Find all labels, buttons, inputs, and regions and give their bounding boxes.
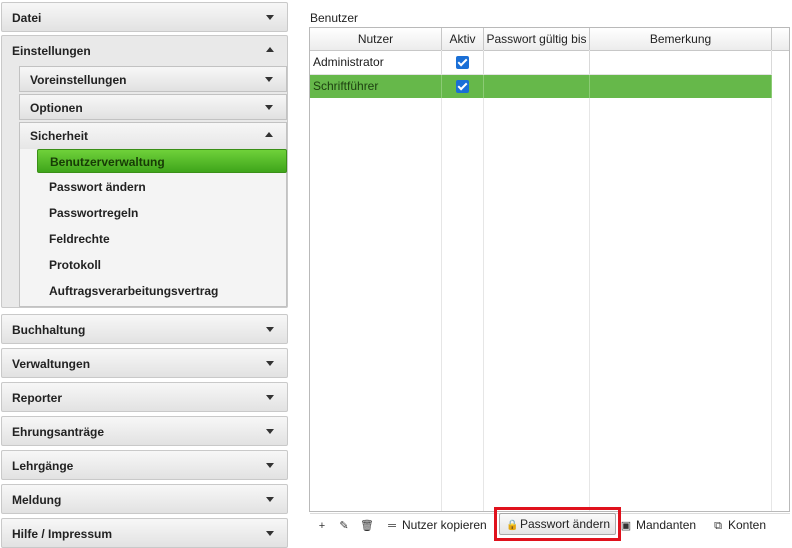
nav-passwortregeln[interactable]: Passwortregeln: [37, 201, 287, 225]
accordion-buchhaltung-label: Buchhaltung: [12, 323, 86, 337]
mandanten-button[interactable]: ▣ Mandanten: [620, 514, 696, 536]
chevron-down-icon: [266, 531, 274, 536]
chevron-down-icon: [266, 15, 274, 20]
chevron-down-icon: [265, 105, 273, 110]
nav-passwort-aendern[interactable]: Passwort ändern: [37, 175, 287, 199]
chevron-up-icon: [265, 132, 273, 137]
konten-button[interactable]: ⧉ Konten: [712, 514, 766, 536]
cell-bemerkung: [590, 75, 772, 98]
column-divider: [589, 50, 590, 511]
accordion-buchhaltung[interactable]: Buchhaltung: [1, 314, 288, 344]
cell-aktiv: [442, 75, 484, 98]
chevron-down-icon: [266, 497, 274, 502]
nav-protokoll[interactable]: Protokoll: [37, 253, 287, 277]
column-header-bemerkung[interactable]: Bemerkung: [590, 28, 772, 50]
accordion-hilfe-impressum[interactable]: Hilfe / Impressum: [1, 518, 288, 548]
accordion-reporter[interactable]: Reporter: [1, 382, 288, 412]
accordion-einstellungen-label: Einstellungen: [12, 44, 91, 58]
add-user-button[interactable]: +: [316, 514, 332, 536]
plus-icon: +: [318, 520, 326, 532]
copy-user-label: Nutzer kopieren: [402, 518, 487, 532]
highlight-box: [494, 507, 621, 541]
konten-label: Konten: [728, 518, 767, 532]
accordion-ehrungsantraege-label: Ehrungsanträge: [12, 425, 105, 439]
section-title: Benutzer: [310, 11, 359, 25]
subaccordion-sicherheit-header[interactable]: Sicherheit: [20, 123, 286, 149]
pencil-icon: ✎: [339, 520, 349, 532]
copy-lines-icon: ═: [388, 520, 396, 532]
accordion-einstellungen-header[interactable]: Einstellungen: [2, 36, 287, 66]
subaccordion-optionen-label: Optionen: [30, 101, 83, 115]
table-header: Nutzer Aktiv Passwort gültig bis Bemerku…: [310, 28, 789, 51]
copy-user-button[interactable]: ═ Nutzer kopieren: [386, 514, 487, 536]
aktiv-checkbox[interactable]: [456, 80, 469, 93]
cell-bemerkung: [590, 51, 772, 74]
mandanten-label: Mandanten: [636, 518, 697, 532]
accordion-reporter-label: Reporter: [12, 391, 63, 405]
column-divider: [483, 50, 484, 511]
delete-user-button[interactable]: 🗑: [360, 514, 376, 536]
nav-auftragsverarbeitungsvertrag[interactable]: Auftragsverarbeitungsvertrag: [37, 279, 287, 303]
column-header-passwort-gueltig-bis[interactable]: Passwort gültig bis: [484, 28, 590, 50]
accordion-verwaltungen-label: Verwaltungen: [12, 357, 91, 371]
chevron-down-icon: [265, 77, 273, 82]
cell-nutzer: Schriftführer: [310, 75, 442, 98]
chevron-up-icon: [266, 47, 274, 52]
chevron-down-icon: [266, 327, 274, 332]
image-icon: ▣: [620, 520, 632, 532]
column-header-nutzer[interactable]: Nutzer: [310, 28, 442, 50]
accordion-ehrungsantraege[interactable]: Ehrungsanträge: [1, 416, 288, 446]
table-row-selected[interactable]: Schriftführer: [310, 75, 772, 98]
cell-passwort-gueltig-bis: [484, 75, 590, 98]
edit-user-button[interactable]: ✎: [338, 514, 354, 536]
nav-feldrechte[interactable]: Feldrechte: [37, 227, 287, 251]
cell-passwort-gueltig-bis: [484, 51, 590, 74]
chevron-down-icon: [266, 429, 274, 434]
subaccordion-voreinstellungen-label: Voreinstellungen: [30, 73, 127, 87]
cell-aktiv: [442, 51, 484, 74]
accordion-lehrgaenge-label: Lehrgänge: [12, 459, 74, 473]
accordion-datei[interactable]: Datei: [1, 2, 288, 32]
link-icon: ⧉: [714, 520, 722, 532]
chevron-down-icon: [266, 395, 274, 400]
subaccordion-sicherheit-label: Sicherheit: [30, 129, 89, 143]
accordion-meldung-label: Meldung: [12, 493, 62, 507]
chevron-down-icon: [266, 463, 274, 468]
accordion-hilfe-impressum-label: Hilfe / Impressum: [12, 527, 113, 541]
column-divider: [441, 50, 442, 511]
accordion-lehrgaenge[interactable]: Lehrgänge: [1, 450, 288, 480]
cell-nutzer: Administrator: [310, 51, 442, 74]
aktiv-checkbox[interactable]: [456, 56, 469, 69]
column-divider: [771, 50, 772, 511]
accordion-datei-label: Datei: [12, 11, 42, 25]
table-row[interactable]: Administrator: [310, 51, 772, 74]
column-header-aktiv[interactable]: Aktiv: [442, 28, 484, 50]
chevron-down-icon: [266, 361, 274, 366]
users-table: Nutzer Aktiv Passwort gültig bis Bemerku…: [309, 27, 790, 512]
subaccordion-optionen[interactable]: Optionen: [19, 94, 287, 120]
subaccordion-voreinstellungen[interactable]: Voreinstellungen: [19, 66, 287, 92]
accordion-verwaltungen[interactable]: Verwaltungen: [1, 348, 288, 378]
trash-icon: 🗑: [360, 520, 374, 532]
accordion-meldung[interactable]: Meldung: [1, 484, 288, 514]
nav-benutzerverwaltung[interactable]: Benutzerverwaltung: [37, 149, 287, 173]
